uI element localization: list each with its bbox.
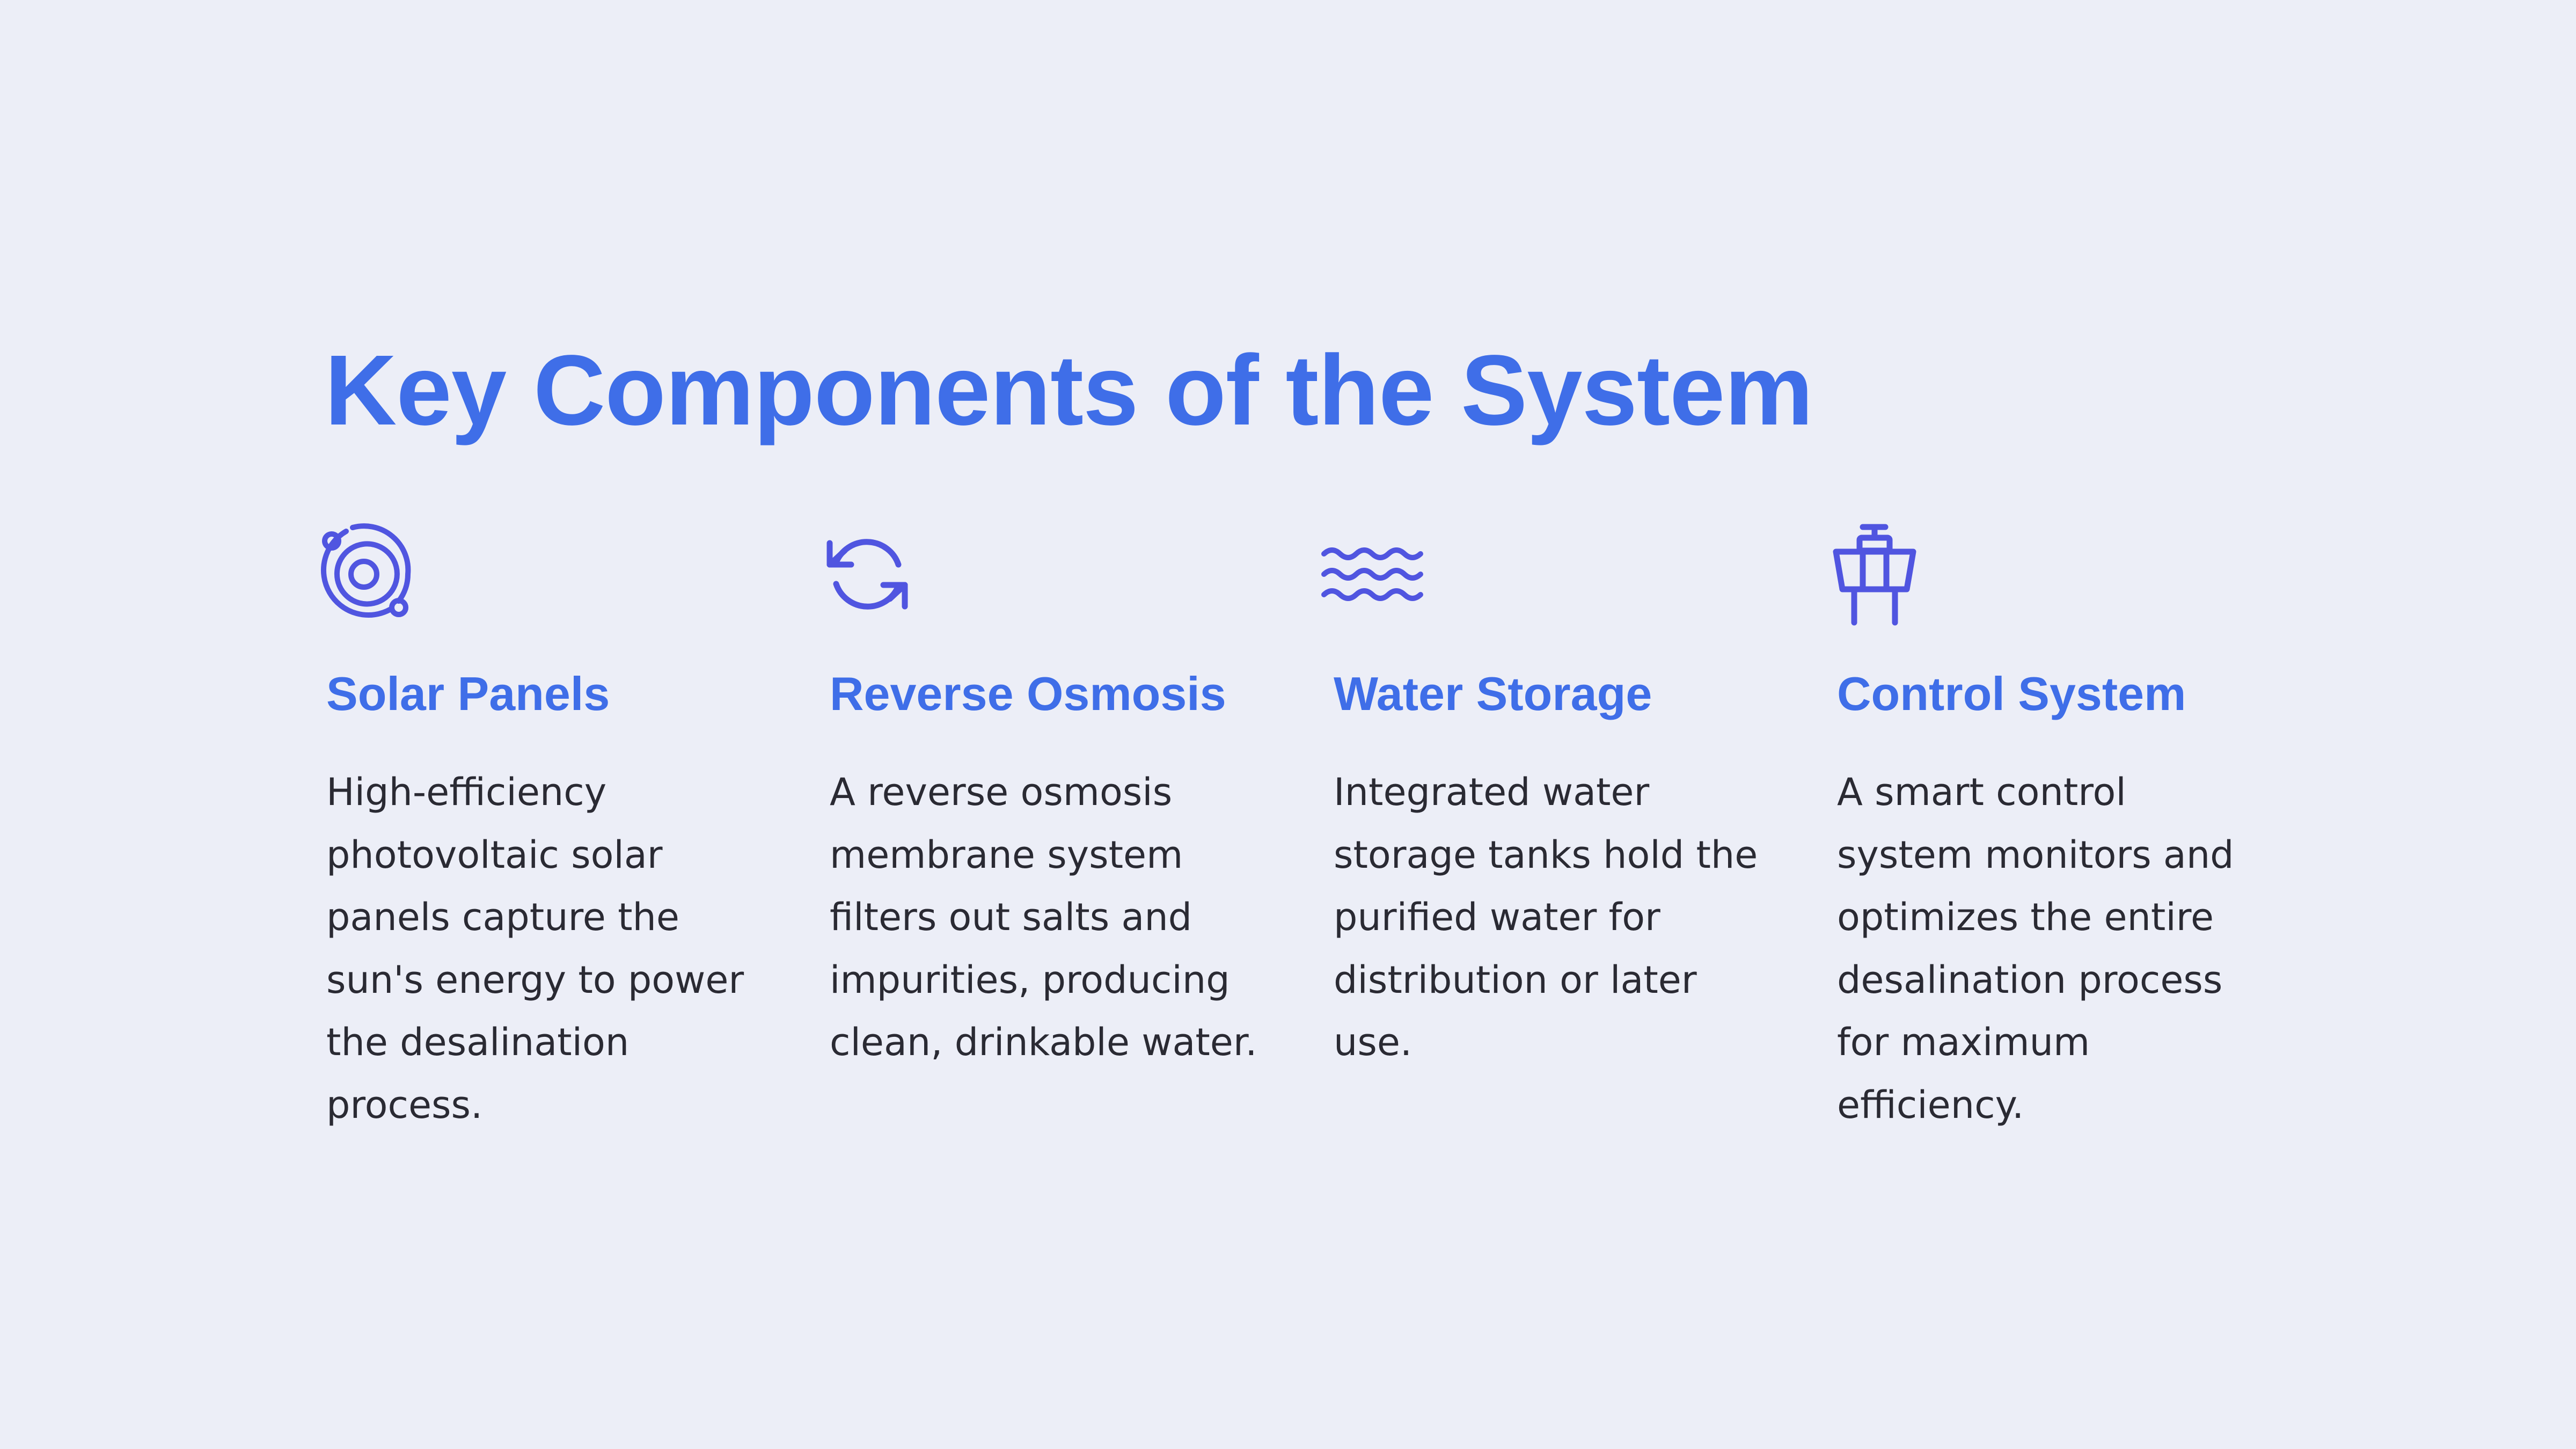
component-heading: Control System (1837, 667, 2186, 720)
slide-title: Key Components of the System (325, 335, 1813, 446)
component-heading: Solar Panels (326, 667, 610, 720)
component-description: A reverse osmosis membrane system filter… (830, 770, 1257, 1064)
component-description: High-efficiency photovoltaic solar panel… (326, 770, 744, 1127)
orbit-icon (310, 521, 418, 628)
component-heading: Reverse Osmosis (830, 667, 1226, 720)
component-heading: Water Storage (1334, 667, 1652, 720)
component-description: Integrated water storage tanks hold the … (1334, 770, 1758, 1064)
water-waves-icon (1318, 521, 1425, 628)
component-description: A smart control system monitors and opti… (1837, 770, 2234, 1127)
control-station-icon (1821, 521, 1928, 628)
refresh-arrows-icon (814, 521, 921, 628)
